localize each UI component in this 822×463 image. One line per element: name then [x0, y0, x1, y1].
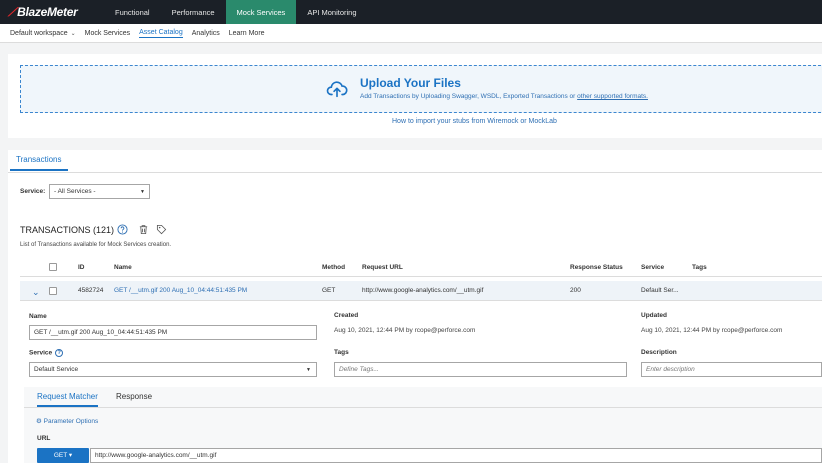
select-all-checkbox[interactable] — [49, 263, 57, 271]
tag-icon[interactable] — [156, 224, 167, 235]
row-method: GET — [322, 287, 336, 294]
service-filter-select[interactable]: - All Services - ▼ — [49, 184, 150, 199]
service-label: Service? — [29, 349, 64, 357]
dropdown-arrow-icon: ▼ — [306, 367, 311, 373]
request-matcher-panel: Request Matcher Response ⚙ Parameter Opt… — [24, 387, 822, 463]
service-select[interactable]: Default Service ▼ — [29, 362, 317, 377]
nav-tab-functional[interactable]: Functional — [104, 0, 161, 24]
tab-transactions[interactable]: Transactions — [10, 153, 68, 171]
description-label: Description — [641, 349, 677, 356]
nav-tab-performance[interactable]: Performance — [161, 0, 226, 24]
row-service: Default Ser... — [641, 287, 679, 294]
row-request-url: http://www.google-analytics.com/__utm.gi… — [362, 287, 484, 294]
parameter-options-label: Parameter Options — [43, 418, 99, 425]
transactions-title: TRANSACTIONS (121) — [20, 225, 115, 235]
tags-label: Tags — [334, 349, 349, 356]
workspace-selector[interactable]: Default workspace ⌄ — [10, 30, 76, 37]
row-checkbox[interactable] — [49, 287, 57, 295]
matcher-tabs: Request Matcher Response — [24, 387, 822, 408]
chevron-down-icon: ⌄ — [70, 30, 76, 37]
name-input[interactable]: GET /__utm.gif 200 Aug_10_04:44:51:435 P… — [29, 325, 317, 340]
row-name-link[interactable]: GET /__utm.gif 200 Aug_10_04:44:51:435 P… — [114, 287, 247, 294]
sub-navigation-bar: Default workspace ⌄ Mock Services Asset C… — [0, 24, 822, 43]
column-tags[interactable]: Tags — [692, 264, 707, 271]
file-drop-zone[interactable]: Upload Your Files Add Transactions by Up… — [20, 65, 822, 113]
supported-formats-link[interactable]: other supported formats. — [577, 93, 648, 100]
dropdown-arrow-icon: ▼ — [140, 189, 145, 195]
service-label-text: Service — [29, 349, 53, 357]
import-howto-link[interactable]: How to import your stubs from Wiremock o… — [392, 118, 557, 125]
workspace-label: Default workspace — [10, 29, 68, 37]
method-dropdown-button[interactable]: GET ▾ — [37, 448, 89, 463]
column-name[interactable]: Name — [114, 264, 132, 271]
url-input[interactable]: http://www.google-analytics.com/__utm.gi… — [90, 448, 822, 463]
tab-response[interactable]: Response — [116, 392, 152, 401]
upload-title: Upload Your Files — [360, 76, 461, 90]
upload-cloud-icon — [326, 81, 348, 98]
upload-panel: Upload Your Files Add Transactions by Up… — [8, 54, 822, 138]
upload-subtitle: Add Transactions by Uploading Swagger, W… — [360, 93, 648, 100]
subnav-mock-services[interactable]: Mock Services — [85, 30, 131, 37]
nav-tab-mock-services[interactable]: Mock Services — [225, 0, 297, 24]
trash-icon[interactable] — [138, 224, 149, 235]
updated-label: Updated — [641, 312, 667, 319]
created-value: Aug 10, 2021, 12:44 PM by rcope@perforce… — [334, 327, 476, 334]
row-response-status: 200 — [570, 287, 581, 294]
column-service[interactable]: Service — [641, 264, 664, 271]
table-row[interactable]: ⌄ 4582724 GET /__utm.gif 200 Aug_10_04:4… — [20, 281, 822, 301]
nav-tab-api-monitoring[interactable]: API Monitoring — [296, 0, 367, 24]
logo-mark-icon: ⟋ — [8, 4, 17, 19]
tags-input[interactable]: Define Tags... — [334, 362, 627, 377]
gear-icon: ⚙ — [36, 418, 42, 425]
caret-down-icon: ▾ — [68, 452, 73, 459]
name-label: Name — [29, 313, 47, 320]
row-id: 4582724 — [78, 287, 104, 294]
blazemeter-logo[interactable]: ⟋ BlazeMeter — [0, 0, 104, 24]
subnav-asset-catalog[interactable]: Asset Catalog — [139, 29, 183, 38]
tab-request-matcher[interactable]: Request Matcher — [37, 392, 98, 407]
column-response-status[interactable]: Response Status — [570, 264, 623, 271]
content-tabs: Transactions — [8, 150, 822, 173]
created-label: Created — [334, 312, 359, 319]
collapse-chevron-icon[interactable]: ⌄ — [32, 287, 40, 298]
service-select-value: Default Service — [34, 366, 79, 373]
transaction-detail: Name GET /__utm.gif 200 Aug_10_04:44:51:… — [20, 302, 822, 463]
parameter-options-link[interactable]: ⚙ Parameter Options — [36, 417, 98, 425]
transactions-panel: Transactions Service: - All Services - ▼… — [8, 150, 822, 463]
column-method[interactable]: Method — [322, 264, 345, 271]
help-icon[interactable] — [117, 224, 128, 235]
transactions-table-header: ID Name Method Request URL Response Stat… — [20, 258, 822, 277]
logo-text: BlazeMeter — [17, 5, 78, 19]
url-label: URL — [37, 435, 51, 442]
service-filter-value: - All Services - — [54, 188, 96, 195]
upload-subtitle-text: Add Transactions by Uploading Swagger, W… — [360, 93, 578, 100]
help-icon[interactable]: ? — [55, 349, 64, 357]
column-id[interactable]: ID — [78, 264, 85, 271]
top-navigation-bar: ⟋ BlazeMeter Functional Performance Mock… — [0, 0, 822, 24]
updated-value: Aug 10, 2021, 12:44 PM by rcope@perforce… — [641, 327, 783, 334]
service-filter-label: Service: — [20, 188, 46, 195]
subnav-analytics[interactable]: Analytics — [192, 30, 220, 37]
column-request-url[interactable]: Request URL — [362, 264, 403, 271]
method-button-label: GET — [53, 452, 68, 459]
description-input[interactable]: Enter description — [641, 362, 822, 377]
subnav-learn-more[interactable]: Learn More — [229, 30, 265, 37]
transactions-description: List of Transactions available for Mock … — [20, 242, 172, 248]
